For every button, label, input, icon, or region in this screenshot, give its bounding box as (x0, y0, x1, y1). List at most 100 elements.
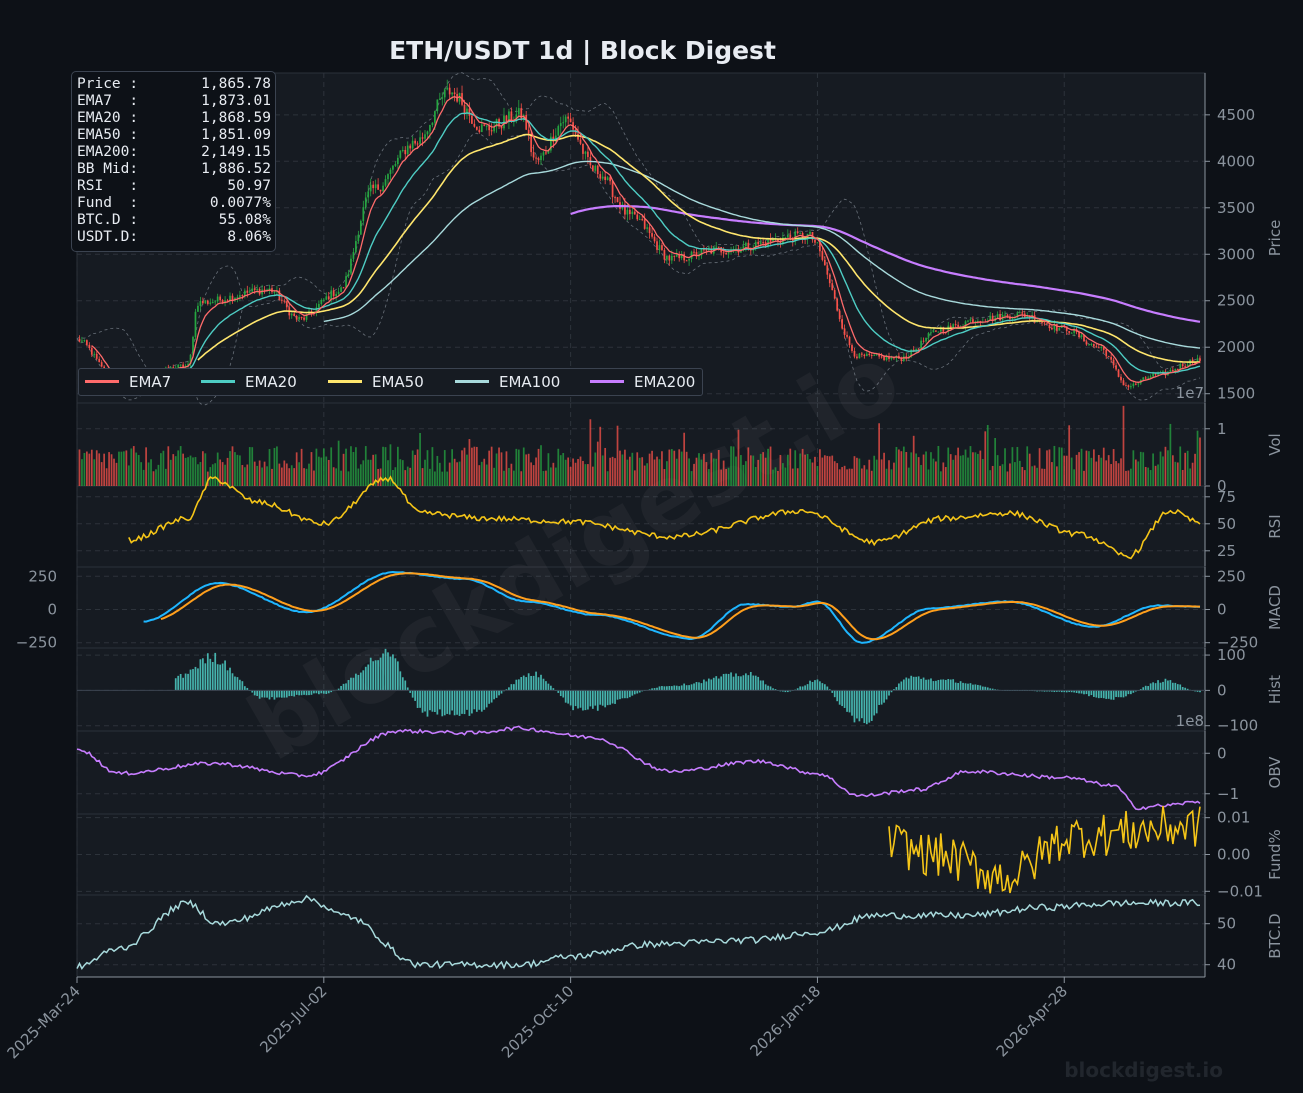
volume-bar (680, 451, 683, 486)
volume-bar (900, 451, 903, 486)
histogram-bar (438, 690, 441, 710)
volume-bar (661, 451, 663, 486)
volume-bar (1112, 449, 1115, 486)
histogram-bar (690, 684, 693, 691)
volume-bar (833, 461, 836, 486)
volume-bar (954, 455, 957, 486)
y-tick-label: 50 (1217, 515, 1236, 533)
candle-body (902, 356, 905, 361)
volume-bar (1120, 458, 1122, 486)
volume-bar (1053, 445, 1056, 486)
volume-bar (424, 459, 426, 486)
histogram-bar (562, 690, 565, 698)
candle-body (347, 273, 350, 277)
y-tick-label: 75 (1217, 488, 1236, 506)
volume-bar (1130, 468, 1132, 486)
volume-bar (300, 448, 303, 486)
volume-bar (621, 454, 624, 486)
info-value: 2,149.15 (201, 144, 271, 160)
candle-body (372, 184, 375, 189)
histogram-bar (458, 690, 461, 716)
candle-body (868, 353, 871, 356)
volume-bar (915, 453, 918, 486)
histogram-bar (767, 685, 769, 691)
volume-bar (779, 454, 782, 486)
volume-bar (174, 456, 177, 486)
volume-bar (1125, 470, 1127, 486)
volume-bar (747, 447, 750, 486)
histogram-bar (880, 690, 883, 705)
volume-bar (703, 453, 705, 486)
legend-swatch (590, 380, 624, 383)
info-row: Fund : 0.0077% (77, 195, 271, 212)
candle-body (606, 177, 609, 181)
volume-bar (831, 455, 834, 486)
candle-body (253, 288, 256, 291)
candle-body (1046, 323, 1048, 325)
volume-bar (764, 457, 767, 486)
candle-body (542, 152, 545, 156)
volume-bar (1016, 446, 1019, 486)
histogram-bar (1144, 685, 1147, 691)
histogram-bar (1107, 690, 1110, 699)
volume-bar (197, 464, 199, 486)
volume-bar (628, 456, 631, 486)
info-row: BB Mid: 1,886.52 (77, 161, 271, 178)
candle-body (364, 197, 367, 208)
candle-body (399, 150, 402, 158)
histogram-bar (456, 690, 458, 715)
histogram-bar (572, 690, 574, 711)
candle-body (505, 115, 508, 122)
volume-bar (142, 469, 145, 486)
volume-bar (517, 449, 520, 486)
volume-bar (253, 461, 256, 486)
volume-bar (248, 447, 251, 486)
volume-bar (885, 468, 888, 486)
volume-bar (569, 466, 572, 486)
histogram-bar (949, 679, 952, 691)
histogram-bar (621, 690, 624, 699)
volume-bar (749, 455, 752, 486)
histogram-bar (740, 676, 742, 691)
volume-bar (720, 469, 723, 486)
volume-bar (261, 467, 263, 486)
candle-body (401, 149, 404, 151)
histogram-bar (401, 677, 404, 691)
candle-body (828, 274, 831, 284)
histogram-bar (466, 690, 468, 710)
candle-body (438, 98, 441, 100)
histogram-bar (204, 663, 207, 691)
candle-body (404, 149, 407, 155)
y-tick-label: 4000 (1217, 152, 1255, 170)
histogram-bar (443, 690, 446, 716)
candle-body (327, 296, 330, 300)
histogram-bar (471, 690, 473, 714)
volume-bar (1065, 455, 1068, 486)
volume-bar (695, 457, 698, 486)
y-axis-label: BTC.D (1266, 913, 1284, 958)
histogram-bar (626, 690, 629, 699)
histogram-bar (345, 683, 347, 691)
candle-body (490, 130, 493, 132)
histogram-bar (396, 661, 399, 691)
volume-bar (870, 470, 873, 486)
candle-body (436, 99, 439, 112)
candle-body (937, 331, 940, 333)
volume-bar (431, 447, 434, 486)
volume-bar (638, 457, 641, 486)
histogram-bar (411, 690, 414, 698)
histogram-bar (550, 685, 552, 691)
histogram-bar (357, 674, 360, 691)
candle-body (1004, 314, 1006, 316)
histogram-bar (194, 666, 197, 691)
volume-bar (500, 452, 503, 486)
candle-body (688, 258, 690, 261)
volume-bar (1036, 467, 1038, 486)
histogram-bar (601, 690, 604, 706)
histogram-bar (762, 680, 765, 691)
volume-bar (1139, 451, 1142, 486)
histogram-bar (962, 682, 964, 691)
histogram-bar (863, 690, 866, 724)
candle-body (596, 165, 599, 175)
candle-body (377, 184, 379, 190)
